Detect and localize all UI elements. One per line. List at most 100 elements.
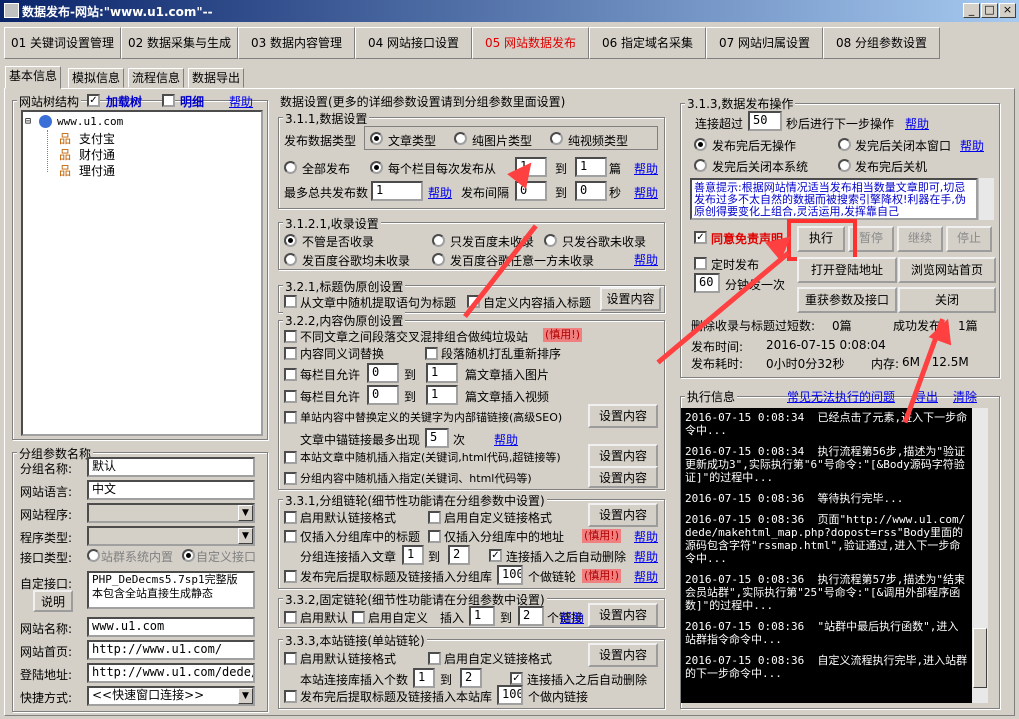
site-lang-field[interactable]: 中文 (87, 480, 255, 500)
c-img-checkbox[interactable] (284, 368, 297, 381)
help-link[interactable]: 帮助 (634, 160, 658, 177)
f-default-checkbox[interactable] (284, 611, 297, 624)
explain-button[interactable]: 说明 (33, 590, 73, 612)
tab-group-params[interactable]: 08 分组参数设置 (823, 27, 940, 59)
detail-checkbox[interactable] (162, 94, 175, 107)
help-link[interactable]: 帮助 (494, 431, 518, 448)
close-button[interactable]: × (999, 3, 1016, 18)
help-link[interactable]: 帮助 (560, 609, 584, 626)
reload-button[interactable]: 重获参数及接口 (797, 287, 897, 313)
op-close-window-radio[interactable] (838, 138, 851, 151)
custom-interface-box[interactable]: PHP_DeDecms5.7sp1完整版 本包含全站直接生成静态 (87, 571, 255, 609)
l-count[interactable]: 100 (497, 685, 523, 705)
close-panel-button[interactable]: 关闭 (898, 287, 996, 313)
l-after-checkbox[interactable] (284, 690, 297, 703)
g-title-checkbox[interactable] (284, 530, 297, 543)
group-name-field[interactable]: 默认 (87, 457, 255, 477)
tab-interface[interactable]: 04 网站接口设置 (355, 27, 472, 59)
agree-checkbox[interactable]: ✓ (694, 231, 707, 244)
login-field[interactable]: http://www.u1.com/dede/logi (87, 663, 255, 683)
chevron-down-icon[interactable]: ▼ (238, 688, 253, 704)
g-from[interactable]: 1 (402, 545, 424, 565)
c-img-from[interactable]: 0 (367, 363, 399, 383)
title-bar[interactable]: 数据发布-网站:"www.u1.com"-- _ □ × (0, 0, 1019, 22)
c-para-checkbox[interactable] (425, 347, 438, 360)
maximize-button[interactable]: □ (981, 3, 998, 18)
site-program-select[interactable]: ▼ (87, 503, 255, 523)
set-content-button[interactable]: 设置内容 (600, 287, 661, 311)
chevron-down-icon[interactable]: ▼ (238, 528, 253, 544)
minimize-button[interactable]: _ (963, 3, 980, 18)
subtab-flow[interactable]: 流程信息 (128, 68, 185, 88)
interval-to[interactable]: 0 (575, 181, 607, 201)
chevron-down-icon[interactable]: ▼ (238, 505, 253, 521)
tab-domain[interactable]: 06 指定域名采集 (589, 27, 706, 59)
help-link[interactable]: 帮助 (428, 184, 452, 201)
g-default-checkbox[interactable] (284, 511, 297, 524)
c-group-insert-checkbox[interactable] (284, 472, 297, 485)
c-vid-to[interactable]: 1 (426, 385, 458, 405)
load-tree-checkbox[interactable]: ✓ (87, 94, 100, 107)
scroll-thumb[interactable] (973, 628, 987, 688)
tab-publish[interactable]: 05 网站数据发布 (472, 27, 589, 59)
interface-builtin-radio[interactable] (87, 549, 100, 562)
type-video-radio[interactable] (550, 132, 563, 145)
c-site-insert-checkbox[interactable] (284, 451, 297, 464)
g-autodel-checkbox[interactable]: ✓ (489, 549, 502, 562)
c-anchor-num[interactable]: 5 (425, 428, 449, 448)
tab-collect[interactable]: 02 数据采集与生成 (121, 27, 238, 59)
inc-google-radio[interactable] (544, 234, 557, 247)
set-content-button[interactable]: 设置内容 (588, 444, 658, 468)
f-custom-checkbox[interactable] (352, 611, 365, 624)
inc-baidu-radio[interactable] (432, 234, 445, 247)
g-after-checkbox[interactable] (284, 570, 297, 583)
tab-keywords[interactable]: 01 关键词设置管理 (4, 27, 121, 59)
tree-child[interactable]: 理付通 (79, 162, 115, 179)
subtab-basic[interactable]: 基本信息 (5, 66, 62, 89)
resume-button[interactable]: 继续 (897, 226, 943, 252)
tree-child[interactable]: 支付宝 (79, 130, 115, 147)
tip-scrollbar[interactable] (978, 178, 994, 220)
g-count[interactable]: 100 (497, 565, 523, 585)
subtab-sim[interactable]: 模拟信息 (68, 68, 125, 88)
l-autodel-checkbox[interactable]: ✓ (510, 672, 523, 685)
help-link[interactable]: 帮助 (634, 184, 658, 201)
type-image-radio[interactable] (454, 132, 467, 145)
tree-child[interactable]: 财付通 (79, 146, 115, 163)
c-vid-checkbox[interactable] (284, 390, 297, 403)
tab-content[interactable]: 03 数据内容管理 (238, 27, 355, 59)
title-random-checkbox[interactable] (284, 295, 297, 308)
all-publish-radio[interactable] (284, 161, 297, 174)
shortcut-select[interactable]: <<快速窗口连接>> ▼ (87, 686, 255, 706)
help-link[interactable]: 帮助 (634, 528, 658, 545)
max-total-field[interactable]: 1 (371, 181, 423, 201)
inc-any-radio[interactable] (284, 234, 297, 247)
g-to[interactable]: 2 (448, 545, 470, 565)
g-addr-checkbox[interactable] (428, 530, 441, 543)
per-column-to[interactable]: 1 (575, 157, 607, 177)
help-link[interactable]: 帮助 (960, 137, 984, 154)
c-vid-from[interactable]: 0 (367, 385, 399, 405)
inc-either-radio[interactable] (432, 253, 445, 266)
interface-custom-radio[interactable] (182, 549, 195, 562)
l-from[interactable]: 1 (413, 668, 435, 688)
help-link[interactable]: 帮助 (905, 115, 929, 132)
site-tree[interactable]: ⊟ www.u1.com 品 支付宝 品 财付通 品 理付通 (21, 110, 263, 436)
op-close-system-radio[interactable] (694, 159, 707, 172)
connect-sec-field[interactable]: 50 (748, 111, 782, 131)
timed-field[interactable]: 60 (694, 273, 720, 293)
subtab-export[interactable]: 数据导出 (188, 68, 245, 88)
c-img-to[interactable]: 1 (426, 363, 458, 383)
help-link[interactable]: 帮助 (634, 568, 658, 585)
tree-root[interactable]: www.u1.com (57, 115, 123, 128)
c-anchor-checkbox[interactable] (284, 411, 297, 424)
tab-ownership[interactable]: 07 网站归属设置 (706, 27, 823, 59)
per-column-radio[interactable] (370, 161, 383, 174)
exec-log[interactable]: 2016-07-15 0:08:34 已经点击了元素,进入下一步命令中... 2… (681, 408, 972, 703)
f-from[interactable]: 1 (469, 606, 495, 626)
l-to[interactable]: 2 (460, 668, 482, 688)
c-synonym-checkbox[interactable] (284, 347, 297, 360)
collapse-icon[interactable]: ⊟ (25, 116, 31, 127)
stop-button[interactable]: 停止 (946, 226, 992, 252)
set-content-button[interactable]: 设置内容 (588, 603, 658, 627)
